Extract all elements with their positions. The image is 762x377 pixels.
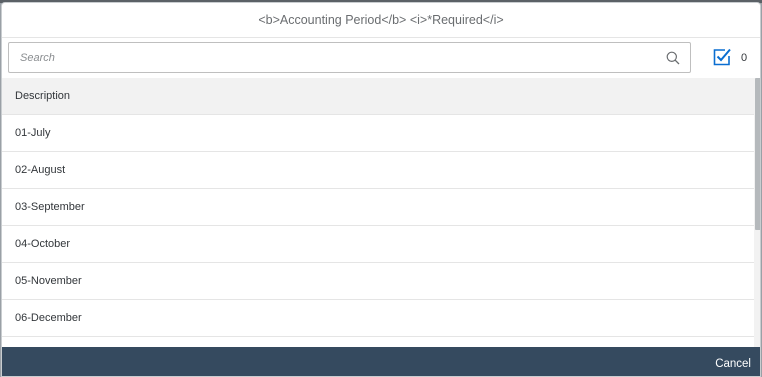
table-row[interactable]: 06-December	[2, 300, 754, 337]
table-row[interactable]: 02-August	[2, 152, 754, 189]
search-row: 0	[2, 38, 760, 78]
table-row[interactable]: 03-September	[2, 189, 754, 226]
row-label: 06-December	[15, 312, 82, 324]
row-label: 02-August	[15, 164, 66, 176]
results-table: Description 01-July 02-August 03-Septemb…	[2, 78, 754, 348]
table-row[interactable]: 05-November	[2, 263, 754, 300]
show-selected-toggle[interactable]: 0	[712, 46, 747, 70]
value-help-dialog: <b>Accounting Period</b> <i>*Required</i…	[1, 2, 761, 377]
search-icon[interactable]	[660, 45, 686, 71]
table-row[interactable]: 04-October	[2, 226, 754, 263]
dialog-footer: Cancel	[2, 347, 760, 376]
row-label: 01-July	[15, 127, 51, 139]
column-header-label: Description	[15, 90, 71, 102]
row-label: 03-September	[15, 201, 85, 213]
cancel-button[interactable]: Cancel	[715, 358, 751, 370]
table-row[interactable]: 01-July	[2, 115, 754, 152]
selected-count: 0	[741, 52, 748, 64]
row-label: 05-November	[15, 275, 82, 287]
search-field[interactable]	[8, 42, 691, 73]
scrollbar[interactable]	[754, 78, 760, 348]
column-header-description[interactable]: Description	[2, 78, 754, 115]
dialog-title: <b>Accounting Period</b> <i>*Required</i…	[258, 13, 504, 27]
checkbox-checked-icon[interactable]	[712, 47, 732, 70]
dialog-header: <b>Accounting Period</b> <i>*Required</i…	[2, 3, 760, 38]
row-label: 04-October	[15, 238, 71, 250]
scroll-thumb[interactable]	[755, 78, 760, 230]
search-input[interactable]	[9, 43, 660, 72]
